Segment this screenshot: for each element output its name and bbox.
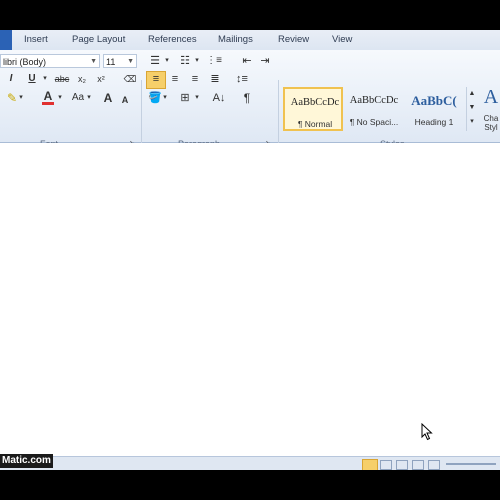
chevron-down-icon: ▼ xyxy=(90,58,97,65)
chevron-down-icon[interactable]: ▾ xyxy=(194,91,200,105)
chevron-down-icon[interactable]: ▾ xyxy=(162,91,168,105)
increase-indent-icon[interactable]: ⇥ xyxy=(258,54,272,68)
chevron-down-icon[interactable]: ▾ xyxy=(194,54,200,68)
chevron-down-icon[interactable]: ▾ xyxy=(42,72,48,86)
numbering-icon[interactable]: ☷ xyxy=(178,54,192,68)
font-family-select[interactable]: libri (Body) ▼ xyxy=(0,54,100,68)
align-left-icon[interactable]: ≡ xyxy=(146,71,166,89)
draft-view-icon[interactable] xyxy=(428,460,440,470)
style-normal[interactable]: AaBbCcDc ¶ Normal xyxy=(283,87,343,131)
superscript-icon[interactable]: x² xyxy=(94,72,108,86)
style-name: ¶ Normal xyxy=(297,119,333,129)
watermark: Matic.com xyxy=(0,454,53,468)
grow-font-icon[interactable]: A xyxy=(102,91,114,105)
justify-icon[interactable]: ≣ xyxy=(208,72,222,86)
change-case-icon[interactable]: Aa xyxy=(70,91,86,105)
status-bar xyxy=(0,456,500,470)
chevron-down-icon[interactable]: ▾ xyxy=(86,91,92,105)
web-layout-view-icon[interactable] xyxy=(396,460,408,470)
clear-formatting-icon[interactable]: ⌫ xyxy=(122,72,138,86)
word-window: Insert Page Layout References Mailings R… xyxy=(0,30,500,470)
subscript-icon[interactable]: x₂ xyxy=(75,72,89,86)
style-no-spacing[interactable]: AaBbCcDc ¶ No Spaci... xyxy=(344,87,404,131)
styles-gallery-scroll[interactable]: ▲ ▼ ▾ xyxy=(466,87,477,131)
document-page[interactable] xyxy=(0,143,500,470)
align-right-icon[interactable]: ≡ xyxy=(188,72,202,86)
tab-mailings[interactable]: Mailings xyxy=(218,34,253,45)
tab-insert[interactable]: Insert xyxy=(24,34,48,45)
style-name: Heading 1 xyxy=(414,117,454,127)
full-screen-view-icon[interactable] xyxy=(380,460,392,470)
style-sample: AaBbCcDc xyxy=(349,95,399,106)
style-sample: AaBbC( xyxy=(411,93,457,108)
font-size-select[interactable]: 11 ▼ xyxy=(103,54,137,68)
shrink-font-icon[interactable]: A xyxy=(120,93,130,107)
shading-icon[interactable]: 🪣 xyxy=(148,91,162,105)
mouse-cursor-icon xyxy=(421,423,433,441)
borders-icon[interactable]: ⊞ xyxy=(178,91,192,105)
tab-references[interactable]: References xyxy=(148,34,197,45)
bullets-icon[interactable]: ☰ xyxy=(148,54,162,68)
zoom-slider[interactable] xyxy=(446,463,496,465)
tab-page-layout[interactable]: Page Layout xyxy=(72,34,125,45)
chevron-down-icon[interactable]: ▾ xyxy=(57,91,63,105)
align-center-icon[interactable]: ≡ xyxy=(168,72,182,86)
sort-icon[interactable]: A↓ xyxy=(212,91,226,105)
tab-file[interactable] xyxy=(0,30,12,50)
show-formatting-marks-icon[interactable]: ¶ xyxy=(240,91,254,105)
chevron-down-icon[interactable]: ▾ xyxy=(18,91,24,105)
style-name: ¶ No Spaci... xyxy=(349,117,399,127)
style-sample: AaBbCcDc xyxy=(290,97,340,108)
font-color-icon[interactable]: A xyxy=(42,90,54,105)
outline-view-icon[interactable] xyxy=(412,460,424,470)
strikethrough-icon[interactable]: abc xyxy=(54,72,70,86)
font-size-value: 11 xyxy=(106,57,116,67)
print-layout-view-icon[interactable] xyxy=(362,459,378,470)
text-effects-icon[interactable]: ✎ xyxy=(6,91,18,105)
font-family-value: libri (Body) xyxy=(3,57,47,67)
tab-view[interactable]: View xyxy=(332,34,352,45)
change-styles-icon[interactable]: A xyxy=(482,87,500,107)
decrease-indent-icon[interactable]: ⇤ xyxy=(240,54,254,68)
chevron-down-icon: ▼ xyxy=(127,58,134,65)
ribbon-tab-bar: Insert Page Layout References Mailings R… xyxy=(0,30,500,51)
change-styles-label[interactable]: Cha Styl xyxy=(482,114,500,132)
chevron-down-icon[interactable]: ▾ xyxy=(164,54,170,68)
italic-icon[interactable]: I xyxy=(5,72,17,86)
multilevel-list-icon[interactable]: ⋮≡ xyxy=(206,54,222,68)
style-heading-1[interactable]: AaBbC( Heading 1 xyxy=(404,87,464,131)
line-spacing-icon[interactable]: ↕≡ xyxy=(235,72,249,86)
underline-icon[interactable]: U xyxy=(26,72,38,86)
tab-review[interactable]: Review xyxy=(278,34,309,45)
